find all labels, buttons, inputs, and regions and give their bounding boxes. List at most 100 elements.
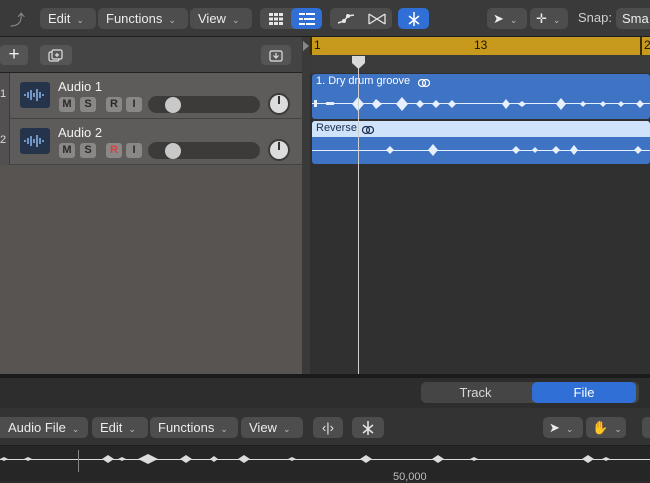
pointer-tool-menu[interactable]: ➤ ⌄ <box>487 8 527 29</box>
editor-edit-menu[interactable]: Edit ⌄ <box>92 417 148 438</box>
loop-rings-icon <box>362 125 374 135</box>
hand-icon: ✋ <box>592 420 609 435</box>
crossfade-button[interactable] <box>361 8 392 29</box>
list-icon <box>298 12 315 25</box>
list-view-button[interactable] <box>291 8 322 29</box>
pane-divider[interactable] <box>302 37 310 374</box>
ruler-marker: 13 <box>474 38 488 52</box>
plus-icon: + <box>8 44 20 65</box>
editor-tab-segment: Track File <box>421 382 639 403</box>
crosshair-icon: ✛ <box>536 11 547 26</box>
chevron-down-icon: ⌄ <box>71 424 80 434</box>
track-options-button[interactable] <box>261 45 291 65</box>
region-name: Reverse <box>316 122 357 134</box>
tab-file[interactable]: File <box>532 382 636 403</box>
audio-file-menu[interactable]: Audio File ⌄ <box>0 417 88 438</box>
view-mode-segment <box>260 8 322 29</box>
record-enable-button[interactable]: R <box>106 143 122 158</box>
editor-view-menu[interactable]: View ⌄ <box>241 417 303 438</box>
audio-waveform-icon <box>20 82 50 108</box>
expand-horizontal-icon: ‹|› <box>321 420 335 435</box>
snap-value: Sma <box>622 11 649 26</box>
track-list: 1 Audio 1 M S R I 2 Audio 2 M S R I <box>0 73 302 374</box>
audio-file-menu-label: Audio File <box>8 420 66 435</box>
loop-rings-icon <box>418 78 430 88</box>
region-waveform <box>312 144 650 156</box>
input-monitor-button[interactable]: I <box>126 97 142 112</box>
audio-region[interactable]: 1. Dry drum groove <box>312 74 650 119</box>
editor-hand-tool-menu[interactable]: ✋ ⌄ <box>586 417 626 438</box>
track-row[interactable]: 1 Audio 1 M S R I <box>0 73 302 119</box>
pan-knob[interactable] <box>268 93 290 115</box>
editor-ruler-label: 50,000 <box>393 471 427 483</box>
editor-toolbar: Audio File ⌄ Edit ⌄ Functions ⌄ View ⌄ ‹|› ➤… <box>0 408 650 446</box>
editor-functions-menu-label: Functions <box>158 420 215 435</box>
chevron-down-icon: ⌄ <box>565 424 574 434</box>
input-monitor-button[interactable]: I <box>126 143 142 158</box>
mute-button[interactable]: M <box>59 97 75 112</box>
region-waveform <box>312 97 650 111</box>
chevron-down-icon: ⌄ <box>614 424 622 434</box>
grid-icon <box>268 12 283 25</box>
duplicate-track-button[interactable] <box>40 45 72 65</box>
back-arrow-icon[interactable]: ⤴ <box>10 9 25 30</box>
catch-playhead-icon <box>362 420 374 435</box>
track-row[interactable]: 2 Audio 2 M S R I <box>0 119 302 165</box>
edit-menu[interactable]: Edit ⌄ <box>40 8 96 29</box>
audio-waveform-icon <box>20 128 50 154</box>
audio-file-waveform[interactable]: 50,000 <box>0 446 650 483</box>
grid-view-button[interactable] <box>260 8 291 29</box>
region-name: 1. Dry drum groove <box>316 75 411 87</box>
secondary-tool-menu[interactable]: ✛ ⌄ <box>530 8 568 29</box>
functions-menu[interactable]: Functions ⌄ <box>98 8 188 29</box>
editor-catch-button[interactable] <box>352 417 384 438</box>
track-name[interactable]: Audio 1 <box>58 79 102 94</box>
edit-menu-label: Edit <box>48 11 71 26</box>
mute-button[interactable]: M <box>59 143 75 158</box>
snap-mode-menu[interactable]: Sma <box>616 8 650 29</box>
chevron-down-icon: ⌄ <box>76 15 84 25</box>
chevron-down-icon: ⌄ <box>220 424 228 434</box>
smart-tempo-button[interactable] <box>398 8 429 29</box>
file-waveform <box>0 450 650 472</box>
collapse-arrow-icon <box>303 41 309 51</box>
tools-segment <box>330 8 392 29</box>
automation-curve-icon <box>337 13 354 24</box>
chevron-down-icon: ⌄ <box>231 15 240 25</box>
automation-button[interactable] <box>330 8 361 29</box>
view-menu-label: View <box>198 11 226 26</box>
track-header-bar: + <box>0 37 302 73</box>
editor-functions-menu[interactable]: Functions ⌄ <box>150 417 238 438</box>
solo-button[interactable]: S <box>80 97 96 112</box>
ruler-marker: 1 <box>314 38 321 52</box>
tab-track[interactable]: Track <box>421 382 530 403</box>
volume-fader-handle[interactable] <box>165 97 181 113</box>
editor-pointer-tool-menu[interactable]: ➤ ⌄ <box>543 417 583 438</box>
chevron-down-icon: ⌄ <box>128 424 136 434</box>
playhead-line[interactable] <box>358 58 359 374</box>
track-number: 2 <box>0 134 7 146</box>
solo-button[interactable]: S <box>80 143 96 158</box>
view-menu[interactable]: View ⌄ <box>190 8 252 29</box>
editor-extra-button[interactable] <box>642 417 650 438</box>
chevron-down-icon: ⌄ <box>282 424 291 434</box>
add-track-button[interactable]: + <box>0 45 28 65</box>
catch-playhead-icon <box>408 11 419 26</box>
functions-menu-label: Functions <box>106 11 163 26</box>
ruler-marker: 2 <box>644 38 650 52</box>
chevron-down-icon: ⌄ <box>509 15 518 25</box>
track-number: 1 <box>0 88 7 100</box>
record-enable-button[interactable]: R <box>106 97 122 112</box>
editor-tab-bar: Track File <box>0 378 650 408</box>
chevron-down-icon: ⌄ <box>552 15 561 25</box>
duplicate-icon <box>48 48 63 62</box>
editor-edit-menu-label: Edit <box>100 420 123 435</box>
volume-fader-handle[interactable] <box>165 143 181 159</box>
playhead-handle-icon[interactable] <box>351 56 366 70</box>
zoom-fit-button[interactable]: ‹|› <box>313 417 343 438</box>
audio-region[interactable]: Reverse <box>312 121 650 164</box>
chevron-down-icon: ⌄ <box>168 15 176 25</box>
track-name[interactable]: Audio 2 <box>58 125 102 140</box>
timeline-ruler[interactable]: 1 13 2 <box>310 37 650 55</box>
pan-knob[interactable] <box>268 139 290 161</box>
